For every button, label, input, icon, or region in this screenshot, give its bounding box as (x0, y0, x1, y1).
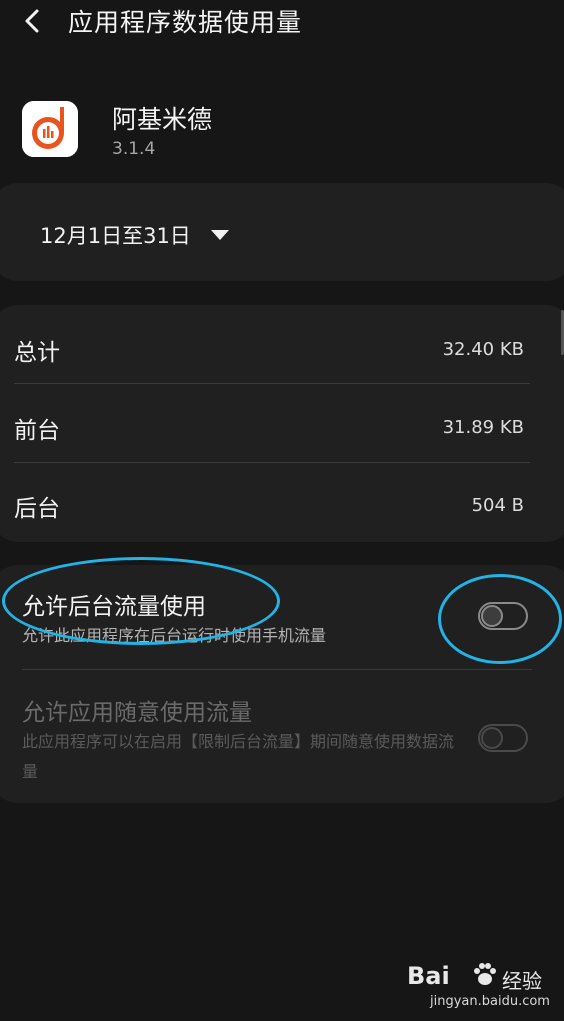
back-arrow-icon[interactable] (20, 6, 46, 36)
watermark-url: jingyan.baidu.com (430, 994, 550, 1009)
app-version: 3.1.4 (112, 139, 156, 159)
usage-card: 总计 32.40 KB 前台 31.89 KB 后台 504 B (0, 305, 564, 542)
date-range-selector[interactable]: 12月1日至31日 (40, 220, 229, 250)
usage-row-foreground: 前台 31.89 KB (0, 387, 532, 465)
watermark-logo: Bai (407, 962, 450, 990)
app-name: 阿基米德 (112, 105, 213, 134)
toggle-knob (481, 727, 503, 749)
app-info: 阿基米德 3.1.4 (0, 95, 564, 170)
usage-value: 32.40 KB (442, 339, 524, 360)
date-range-label: 12月1日至31日 (40, 224, 191, 248)
paw-icon (474, 963, 496, 985)
usage-value: 31.89 KB (442, 417, 524, 438)
archimedes-app-icon (22, 101, 78, 157)
setting-title: 允许应用随意使用流量 (22, 700, 252, 726)
usage-label: 后台 (14, 496, 60, 522)
setting-description: 允许此应用程序在后台运行时使用手机流量 (22, 626, 327, 645)
usage-value: 504 B (471, 495, 524, 516)
divider (14, 462, 530, 463)
divider (22, 669, 532, 670)
usage-row-total: 总计 32.40 KB (0, 309, 532, 387)
header-bar: 应用程序数据使用量 (0, 0, 564, 50)
page-title: 应用程序数据使用量 (68, 8, 303, 37)
divider (14, 383, 530, 384)
date-range-card: 12月1日至31日 (0, 183, 564, 281)
toggle-knob (481, 605, 503, 627)
setting-title: 允许后台流量使用 (22, 594, 206, 620)
baidu-jingyan-watermark: Bai 经验 jingyan.baidu.com (405, 960, 555, 1015)
settings-card: 允许后台流量使用 允许此应用程序在后台运行时使用手机流量 允许应用随意使用流量 … (0, 565, 564, 803)
usage-label: 前台 (14, 418, 60, 444)
usage-row-background: 后台 504 B (0, 465, 532, 543)
usage-label: 总计 (14, 340, 60, 366)
unrestricted-data-toggle[interactable] (478, 724, 528, 752)
dropdown-triangle-icon (210, 230, 229, 240)
watermark-suffix: 经验 (502, 969, 542, 993)
setting-description: 此应用程序可以在启用【限制后台流量】期间随意使用数据流量 (22, 732, 455, 781)
background-data-toggle[interactable] (478, 602, 528, 630)
